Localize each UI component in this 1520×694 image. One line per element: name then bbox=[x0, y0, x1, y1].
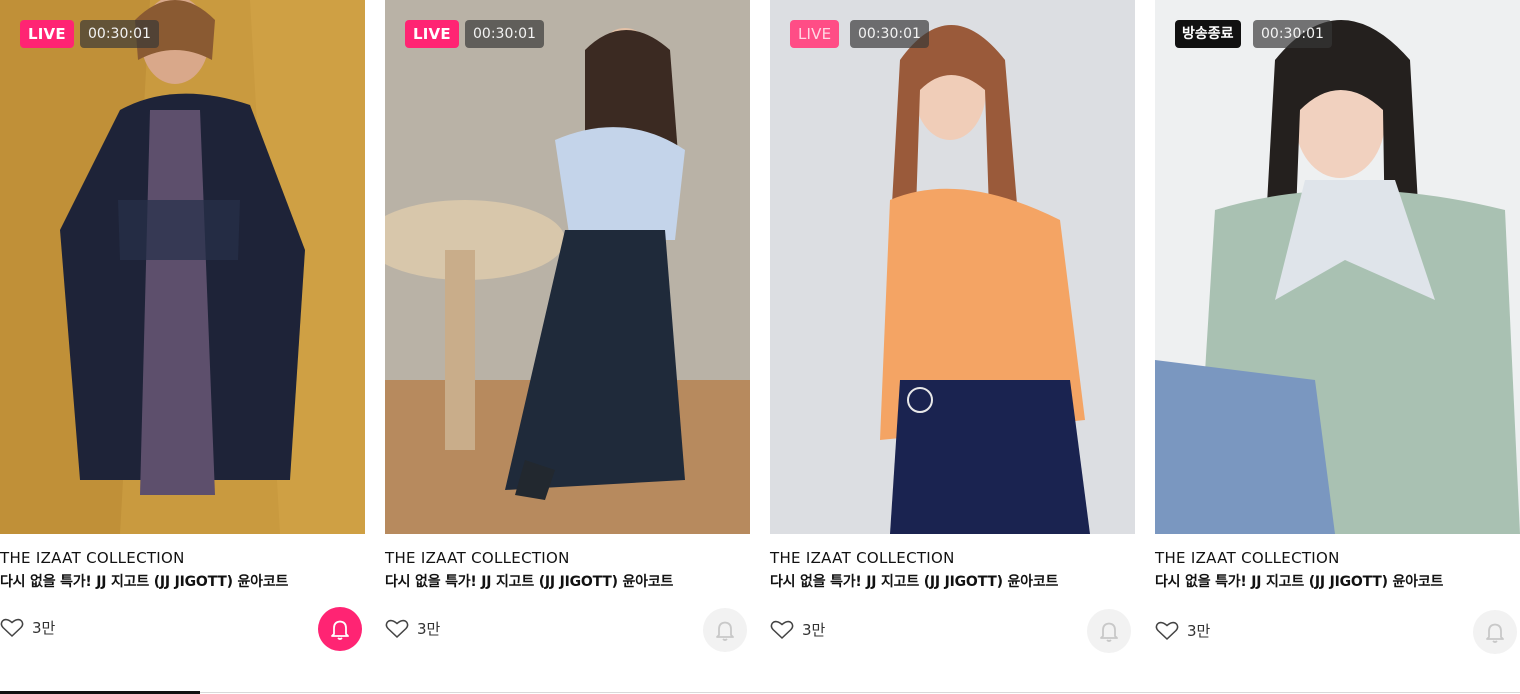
product-title[interactable]: 다시 없을 특가! JJ 지고트 (JJ JIGOTT) 윤아코트 bbox=[1155, 571, 1443, 591]
live-thumbnail[interactable] bbox=[770, 0, 1135, 534]
heart-icon[interactable] bbox=[385, 619, 409, 639]
product-title[interactable]: 다시 없을 특가! JJ 지고트 (JJ JIGOTT) 윤아코트 bbox=[385, 571, 673, 591]
thumbnail-image bbox=[1155, 0, 1520, 534]
broadcast-timer: 00:30:01 bbox=[80, 20, 159, 48]
like-count: 3만 bbox=[417, 620, 441, 638]
bell-icon bbox=[716, 621, 734, 641]
like-count: 3만 bbox=[1187, 622, 1211, 640]
broadcast-ended-badge: 방송종료 bbox=[1175, 20, 1241, 48]
alarm-button[interactable] bbox=[1473, 610, 1517, 654]
scroll-track[interactable] bbox=[0, 692, 1520, 693]
alarm-button[interactable] bbox=[703, 608, 747, 652]
broadcast-timer: 00:30:01 bbox=[1253, 20, 1332, 48]
like-group[interactable]: 3만 bbox=[1155, 620, 1210, 641]
like-group[interactable]: 3만 bbox=[0, 617, 55, 638]
alarm-button[interactable] bbox=[1087, 609, 1131, 653]
like-count: 3만 bbox=[32, 619, 56, 637]
alarm-button[interactable] bbox=[318, 607, 362, 651]
live-card[interactable]: LIVE 00:30:01 THE IZAAT COLLECTION 다시 없을… bbox=[0, 0, 365, 660]
broadcast-timer: 00:30:01 bbox=[465, 20, 544, 48]
product-title[interactable]: 다시 없을 특가! JJ 지고트 (JJ JIGOTT) 윤아코트 bbox=[770, 571, 1058, 591]
like-count: 3만 bbox=[802, 621, 826, 639]
heart-icon[interactable] bbox=[1155, 621, 1179, 641]
brand-name[interactable]: THE IZAAT COLLECTION bbox=[1155, 549, 1340, 567]
broadcast-timer: 00:30:01 bbox=[850, 20, 929, 48]
brand-name[interactable]: THE IZAAT COLLECTION bbox=[385, 549, 570, 567]
like-group[interactable]: 3만 bbox=[770, 619, 825, 640]
brand-name[interactable]: THE IZAAT COLLECTION bbox=[0, 549, 185, 567]
heart-icon[interactable] bbox=[770, 620, 794, 640]
live-badge: LIVE bbox=[405, 20, 459, 48]
product-title[interactable]: 다시 없을 특가! JJ 지고트 (JJ JIGOTT) 윤아코트 bbox=[0, 571, 288, 591]
thumbnail-image bbox=[0, 0, 365, 534]
live-card-list: LIVE 00:30:01 THE IZAAT COLLECTION 다시 없을… bbox=[0, 0, 1520, 660]
live-thumbnail[interactable] bbox=[0, 0, 365, 534]
bell-icon bbox=[1486, 623, 1504, 643]
thumbnail-image bbox=[770, 0, 1135, 534]
brand-name[interactable]: THE IZAAT COLLECTION bbox=[770, 549, 955, 567]
live-badge: LIVE bbox=[790, 20, 840, 48]
bell-icon bbox=[331, 620, 349, 640]
live-card[interactable]: 방송종료 00:30:01 THE IZAAT COLLECTION 다시 없을… bbox=[1155, 0, 1520, 660]
live-card[interactable]: LIVE 00:30:01 THE IZAAT COLLECTION 다시 없을… bbox=[770, 0, 1135, 660]
thumbnail-image bbox=[385, 0, 750, 534]
live-badge: LIVE bbox=[20, 20, 74, 48]
live-thumbnail[interactable] bbox=[1155, 0, 1520, 534]
bell-icon bbox=[1100, 622, 1118, 642]
like-group[interactable]: 3만 bbox=[385, 618, 440, 639]
live-card[interactable]: LIVE 00:30:01 THE IZAAT COLLECTION 다시 없을… bbox=[385, 0, 750, 660]
heart-icon[interactable] bbox=[0, 618, 24, 638]
live-thumbnail[interactable] bbox=[385, 0, 750, 534]
